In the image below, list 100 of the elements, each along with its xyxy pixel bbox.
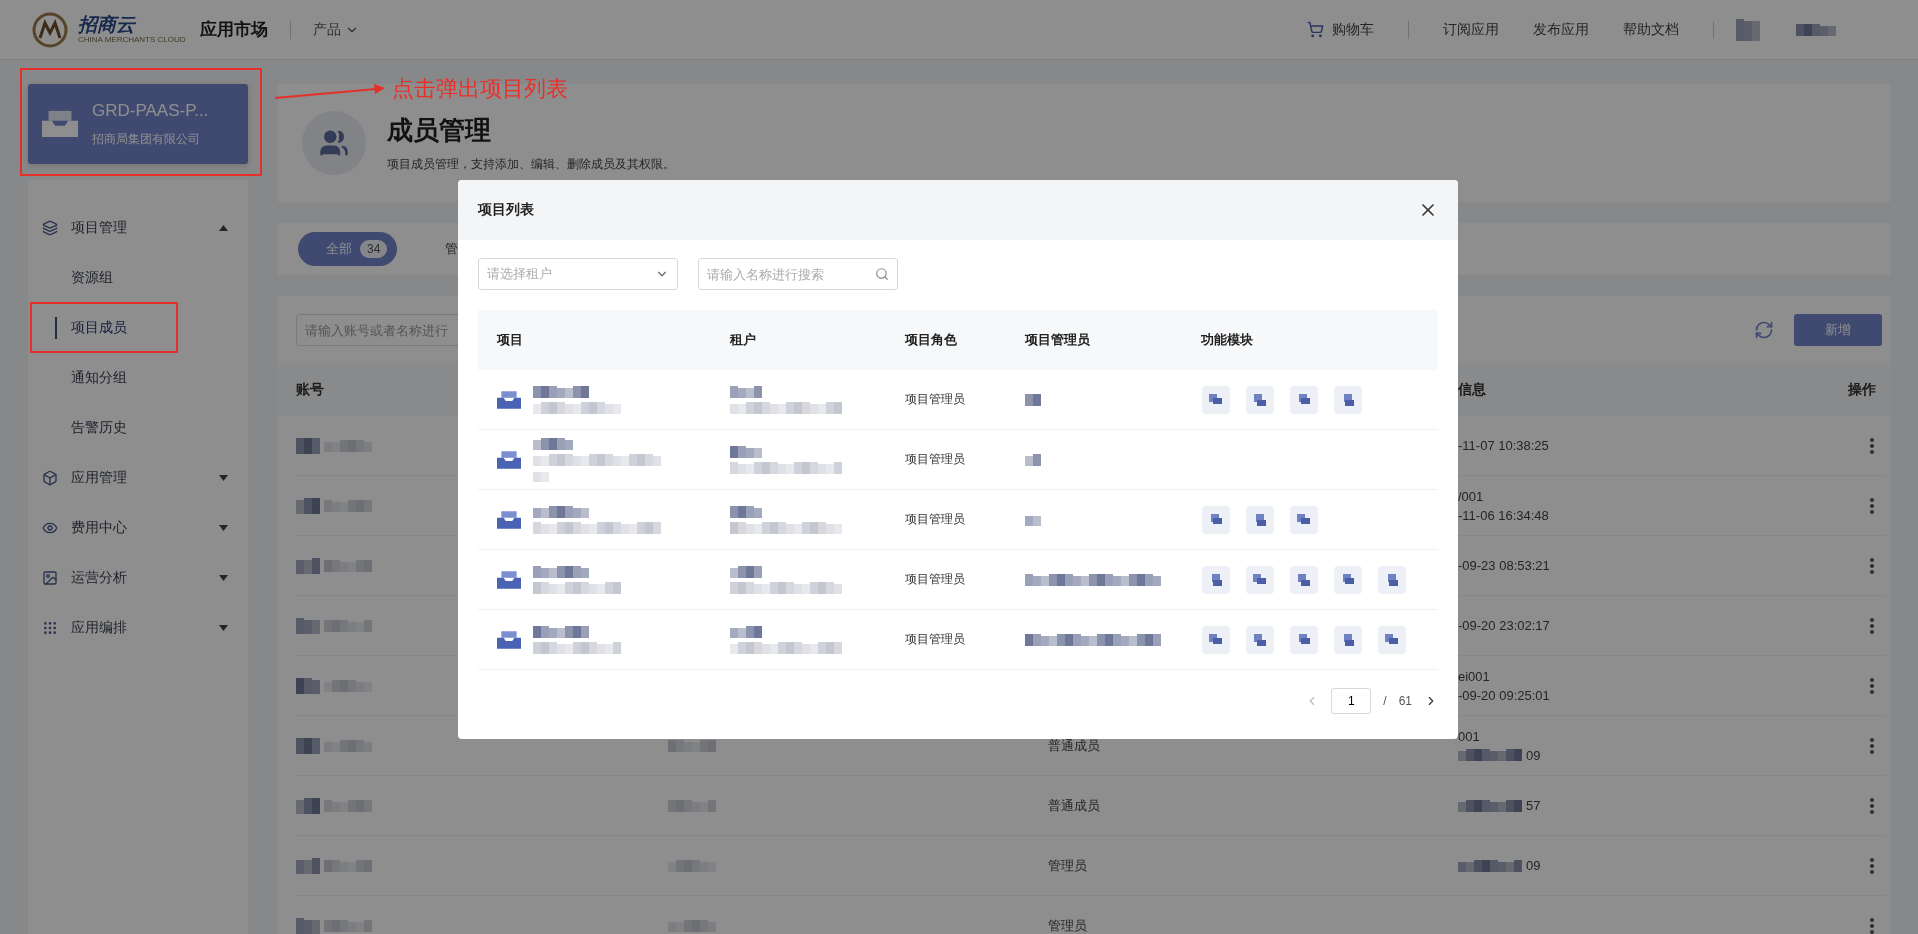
more-button[interactable]	[1870, 557, 1874, 574]
page-title: 成员管理	[387, 114, 492, 147]
role-text: 项目管理员	[905, 571, 966, 588]
module-icon	[1289, 504, 1319, 535]
module-icon	[1333, 564, 1363, 595]
page-total: 61	[1398, 694, 1412, 708]
tray-icon	[497, 569, 521, 590]
company-name: 招商局集团有限公司	[92, 130, 201, 148]
filter-tab[interactable]: 管	[417, 232, 469, 266]
tray-icon	[497, 449, 521, 470]
module-icon	[1201, 504, 1231, 535]
cube-icon	[42, 470, 58, 486]
pixelated-avatar	[296, 557, 320, 574]
info-text: 57	[1526, 798, 1541, 813]
cart-link[interactable]: 购物车	[1307, 20, 1374, 39]
more-button[interactable]	[1870, 857, 1874, 874]
pixelated-avatar	[296, 857, 320, 874]
info-text: -09-23 08:53:21	[1458, 558, 1550, 573]
pixelated-avatar	[296, 617, 320, 634]
user-avatar	[1736, 18, 1760, 41]
module-icon	[1289, 384, 1319, 415]
brand-name: 招商云	[78, 15, 137, 34]
column-header: 功能模块	[1201, 331, 1254, 349]
role-text: 项目管理员	[905, 391, 966, 408]
sidebar-item[interactable]: 费用中心	[28, 503, 248, 553]
more-button[interactable]	[1870, 737, 1874, 754]
pixelated-text	[324, 559, 372, 572]
role-text: 项目管理员	[905, 511, 966, 528]
members-icon	[319, 128, 349, 158]
sidebar-subitem[interactable]: 项目成员	[28, 303, 248, 353]
more-button[interactable]	[1870, 677, 1874, 694]
logo-icon	[32, 11, 68, 48]
pixelated-text	[533, 469, 549, 482]
products-menu[interactable]: 产品	[312, 20, 359, 39]
pixelated-text	[668, 739, 716, 752]
role-text: 普通成员	[1048, 799, 1101, 812]
refresh-button[interactable]	[1754, 320, 1774, 340]
module-icon	[1245, 504, 1275, 535]
brand-tagline: CHINA MERCHANTS CLOUD	[78, 36, 186, 44]
pixelated-text	[324, 439, 372, 452]
pixelated-text	[730, 565, 762, 578]
project-switcher-card[interactable]: GRD-PAAS-P... 招商局集团有限公司	[28, 84, 248, 164]
column-header: 项目	[495, 331, 524, 349]
pixelated-text	[1025, 393, 1041, 406]
role-text: 管理员	[1048, 919, 1088, 932]
more-button[interactable]	[1870, 497, 1874, 514]
pixelated-text	[533, 625, 589, 638]
pixelated-text	[1458, 749, 1522, 761]
pixelated-text	[730, 445, 762, 458]
more-button[interactable]	[1870, 617, 1874, 634]
module-icon	[1289, 624, 1319, 655]
more-button[interactable]	[1870, 437, 1874, 454]
role-text: 管理员	[1048, 859, 1088, 872]
more-icon	[1870, 797, 1874, 814]
sidebar-item[interactable]: 应用管理	[28, 453, 248, 503]
more-icon	[1870, 557, 1874, 574]
sidebar-subitem[interactable]: 告警历史	[28, 403, 248, 453]
sidebar-item[interactable]: 应用编排	[28, 603, 248, 653]
nav-link[interactable]: 订阅应用	[1443, 20, 1499, 39]
more-button[interactable]	[1870, 797, 1874, 814]
cart-icon	[1307, 21, 1324, 38]
sidebar-subitem[interactable]: 资源组	[28, 253, 248, 303]
tray-icon	[497, 509, 521, 530]
info-text: -11-07 10:38:25	[1458, 438, 1549, 453]
pixelated-text	[730, 625, 762, 638]
pixelated-avatar	[296, 797, 320, 814]
tray-icon	[497, 629, 521, 650]
column-header: 信息	[1458, 381, 1486, 399]
count-badge: 34	[360, 240, 388, 258]
more-button[interactable]	[1870, 917, 1874, 934]
annotation-text: 点击弹出项目列表	[392, 75, 568, 103]
pixelated-text	[533, 437, 573, 450]
pixelated-avatar	[296, 437, 320, 454]
pixelated-text	[324, 679, 372, 692]
grid-icon	[42, 620, 58, 636]
pixelated-user-name	[1796, 23, 1836, 36]
sidebar-subitem[interactable]: 通知分组	[28, 353, 248, 403]
sidebar-item[interactable]: 运营分析	[28, 553, 248, 603]
pixelated-text	[324, 859, 372, 872]
nav-link[interactable]: 发布应用	[1533, 20, 1589, 39]
project-search-field[interactable]: 请输入名称进行搜索	[698, 258, 898, 290]
module-icon	[1201, 624, 1231, 655]
nav-link[interactable]: 帮助文档	[1623, 20, 1679, 39]
pixelated-text	[668, 859, 716, 872]
column-header: 项目管理员	[1025, 331, 1091, 349]
eye-icon	[42, 520, 58, 536]
info-text: 09	[1526, 858, 1541, 873]
more-icon	[1870, 677, 1874, 694]
add-button[interactable]: 新增	[1794, 314, 1882, 346]
page-input[interactable]: 1	[1331, 688, 1372, 714]
more-icon	[1870, 497, 1874, 514]
pixelated-text	[1025, 513, 1041, 526]
module-icon	[1377, 624, 1407, 655]
module-icon	[1245, 564, 1275, 595]
pixelated-text	[324, 799, 372, 812]
filter-tab[interactable]: 全部 34	[298, 232, 398, 266]
sidebar-item[interactable]: 项目管理	[28, 203, 248, 253]
column-header: 账号	[296, 381, 324, 399]
pixelated-text	[324, 919, 372, 932]
search-icon	[875, 267, 889, 281]
